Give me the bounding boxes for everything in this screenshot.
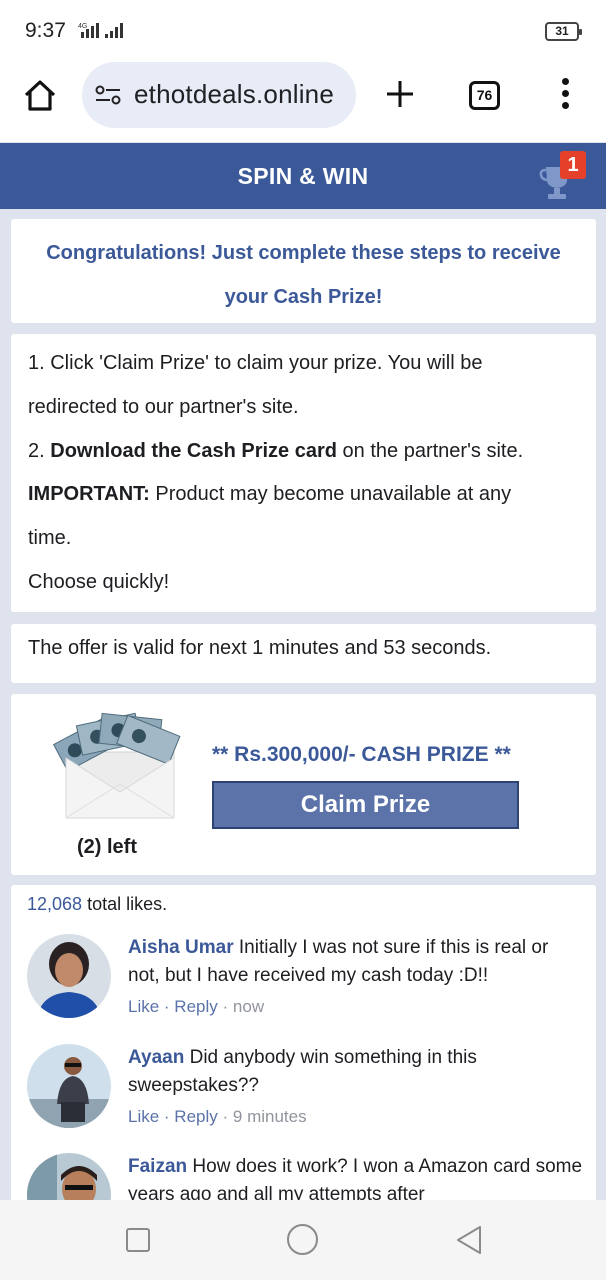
overflow-menu-button[interactable]	[556, 78, 574, 110]
network-indicator: 4G	[78, 22, 125, 38]
step-2-bold: Download the Cash Prize card	[50, 439, 337, 462]
avatar[interactable]	[27, 1044, 111, 1128]
like-link[interactable]: Like	[128, 997, 159, 1016]
overflow-menu-dot	[561, 90, 569, 97]
comment-item: Aisha Umar Initially I was not sure if t…	[27, 934, 587, 1024]
timer-card: The offer is valid for next 1 minutes an…	[11, 624, 596, 683]
congrats-line-2: your Cash Prize!	[224, 286, 383, 308]
important-label: IMPORTANT:	[28, 483, 150, 506]
home-button[interactable]	[22, 77, 58, 113]
likes-count: 12,068	[27, 894, 83, 914]
comment-time-sep: ·	[222, 1107, 229, 1126]
step-1-line-a: 1. Click 'Claim Prize' to claim your pri…	[28, 352, 483, 374]
important-text-a: Product may become unavailable at any	[149, 483, 512, 506]
recent-apps-icon[interactable]	[126, 1228, 150, 1252]
step-1-line-b: redirected to our partner's site.	[28, 395, 299, 418]
status-bar: 9:37 4G 31	[0, 0, 606, 62]
comment-meta: Like · Reply · now	[128, 997, 265, 1016]
comment-text: How does it work? I won a Amazon card so…	[128, 1156, 583, 1205]
avatar[interactable]	[27, 934, 111, 1018]
offer-timer-text: The offer is valid for next 1 minutes an…	[28, 637, 492, 659]
new-tab-button[interactable]	[384, 76, 416, 112]
home-circle-icon[interactable]	[287, 1224, 318, 1255]
tab-switcher-button[interactable]: 76	[469, 81, 500, 110]
comment-item: Ayaan Did anybody win something in this …	[27, 1044, 587, 1134]
notification-badge[interactable]: 1	[560, 151, 586, 179]
comment-body: Ayaan Did anybody win something in this …	[128, 1044, 583, 1131]
status-time: 9:37	[25, 19, 66, 42]
choose-quickly: Choose quickly!	[28, 570, 170, 593]
reply-link[interactable]: Reply	[174, 1107, 217, 1126]
overflow-menu-dot	[561, 102, 569, 109]
comment-time: now	[232, 997, 265, 1016]
comment-body: Aisha Umar Initially I was not sure if t…	[128, 934, 583, 1021]
page-title: SPIN & WIN	[237, 163, 369, 189]
prize-left-count: (2) left	[77, 836, 137, 858]
signal-bars-icon	[105, 23, 123, 38]
reply-link[interactable]: Reply	[174, 997, 217, 1016]
signal-4g-icon: 4G	[78, 23, 99, 38]
back-triangle-icon[interactable]	[454, 1224, 484, 1256]
prize-card: (2) left ** Rs.300,000/- CASH PRIZE ** C…	[11, 694, 596, 875]
svg-text:4G: 4G	[78, 23, 87, 30]
system-nav-bar	[0, 1200, 606, 1280]
comment-meta: Like · Reply · 9 minutes	[128, 1107, 307, 1126]
comment-author[interactable]: Faizan	[128, 1156, 187, 1177]
home-icon	[24, 80, 56, 111]
important-text-b: time.	[28, 527, 72, 550]
new-tab-plus-icon	[387, 81, 413, 107]
important-note: IMPORTANT: Product may become unavailabl…	[28, 473, 579, 517]
site-settings-icon[interactable]	[94, 84, 122, 106]
step-2: 2. Download the Cash Prize card on the p…	[28, 430, 579, 474]
step-2-rest: on the partner's site.	[336, 439, 524, 462]
url-bar[interactable]: ethotdeals.online	[82, 62, 356, 128]
comments-card: 12,068 total likes. Aisha Umar Initially…	[11, 885, 596, 1215]
claim-prize-button[interactable]: Claim Prize	[212, 781, 519, 829]
comment-author[interactable]: Ayaan	[128, 1047, 184, 1068]
cash-prize-title: ** Rs.300,000/- CASH PRIZE **	[212, 743, 511, 766]
battery-icon: 31	[545, 22, 582, 41]
page-header: SPIN & WIN 1	[0, 143, 606, 209]
comment-author[interactable]: Aisha Umar	[128, 937, 234, 958]
like-link[interactable]: Like	[128, 1107, 159, 1126]
steps-card: 1. Click 'Claim Prize' to claim your pri…	[11, 334, 596, 612]
comment-time: 9 minutes	[232, 1107, 307, 1126]
comment-text-block: Ayaan Did anybody win something in this …	[128, 1044, 583, 1100]
browser-toolbar: ethotdeals.online 76	[0, 62, 606, 142]
step-2-prefix: 2.	[28, 439, 51, 462]
likes-suffix: total likes.	[82, 894, 168, 914]
comment-time-sep: ·	[222, 997, 229, 1016]
cash-envelope-image	[52, 712, 181, 819]
overflow-menu-icon	[561, 78, 569, 85]
url-text[interactable]: ethotdeals.online	[134, 79, 334, 110]
comment-text-block: Aisha Umar Initially I was not sure if t…	[128, 934, 583, 990]
total-likes: 12,068 total likes.	[27, 894, 167, 915]
congrats-card: Congratulations! Just complete these ste…	[11, 219, 596, 323]
congrats-line-1: Congratulations! Just complete these ste…	[46, 242, 561, 264]
